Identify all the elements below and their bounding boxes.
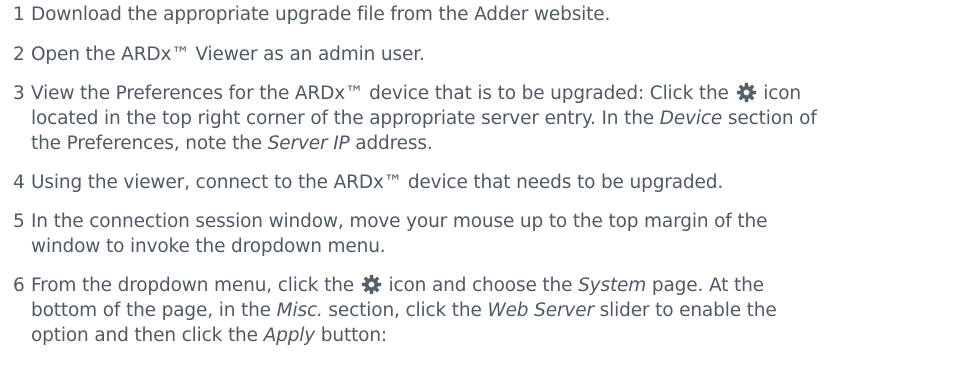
- step-4: 4 Using the viewer, connect to the ARDx™…: [13, 170, 975, 195]
- step-text-segment: In the connection session window, move y…: [31, 211, 768, 257]
- gear-icon: [361, 274, 381, 295]
- step-text-segment: address.: [349, 133, 433, 154]
- step-number: 4: [13, 172, 25, 193]
- step-text-segment: From the dropdown menu, click the: [31, 275, 360, 296]
- step-3: 3 View the Preferences for the ARDx™ dev…: [13, 81, 975, 156]
- step-text-segment: icon and choose the: [382, 275, 579, 296]
- step-number: 1: [13, 4, 25, 25]
- step-5: 5 In the connection session window, move…: [13, 209, 975, 259]
- instruction-steps: 1 Download the appropriate upgrade file …: [13, 0, 975, 348]
- step-text-segment: section, click the: [322, 300, 488, 321]
- step-text-segment: button:: [315, 325, 388, 346]
- step-6: 6 From the dropdown menu, click the icon…: [13, 273, 975, 348]
- step-text-segment: View the Preferences for the ARDx™ devic…: [31, 83, 735, 104]
- step-text-emphasis: System: [578, 275, 647, 296]
- step-text: Using the viewer, connect to the ARDx™ d…: [31, 170, 975, 195]
- step-number: 6: [13, 275, 25, 296]
- step-text-segment: Using the viewer, connect to the ARDx™ d…: [31, 172, 724, 193]
- step-text-segment: Download the appropriate upgrade file fr…: [31, 4, 611, 25]
- step-2: 2 Open the ARDx™ Viewer as an admin user…: [13, 42, 975, 67]
- step-text: Download the appropriate upgrade file fr…: [31, 2, 975, 27]
- step-text: In the connection session window, move y…: [31, 209, 975, 259]
- step-text-emphasis: Apply: [263, 325, 316, 346]
- step-number: 2: [13, 44, 25, 65]
- step-text: View the Preferences for the ARDx™ devic…: [31, 81, 975, 156]
- step-text: Open the ARDx™ Viewer as an admin user.: [31, 42, 975, 67]
- step-1: 1 Download the appropriate upgrade file …: [13, 2, 975, 27]
- step-text-emphasis: Web Server: [487, 300, 594, 321]
- step-text-emphasis: Misc.: [276, 300, 323, 321]
- step-number: 3: [13, 83, 25, 104]
- gear-icon: [736, 82, 756, 103]
- step-text: From the dropdown menu, click the icon a…: [31, 273, 975, 348]
- step-text-emphasis: Device: [659, 108, 723, 129]
- step-text-segment: Open the ARDx™ Viewer as an admin user.: [31, 44, 425, 65]
- step-text-emphasis: Server IP: [267, 133, 350, 154]
- step-number: 5: [13, 211, 25, 232]
